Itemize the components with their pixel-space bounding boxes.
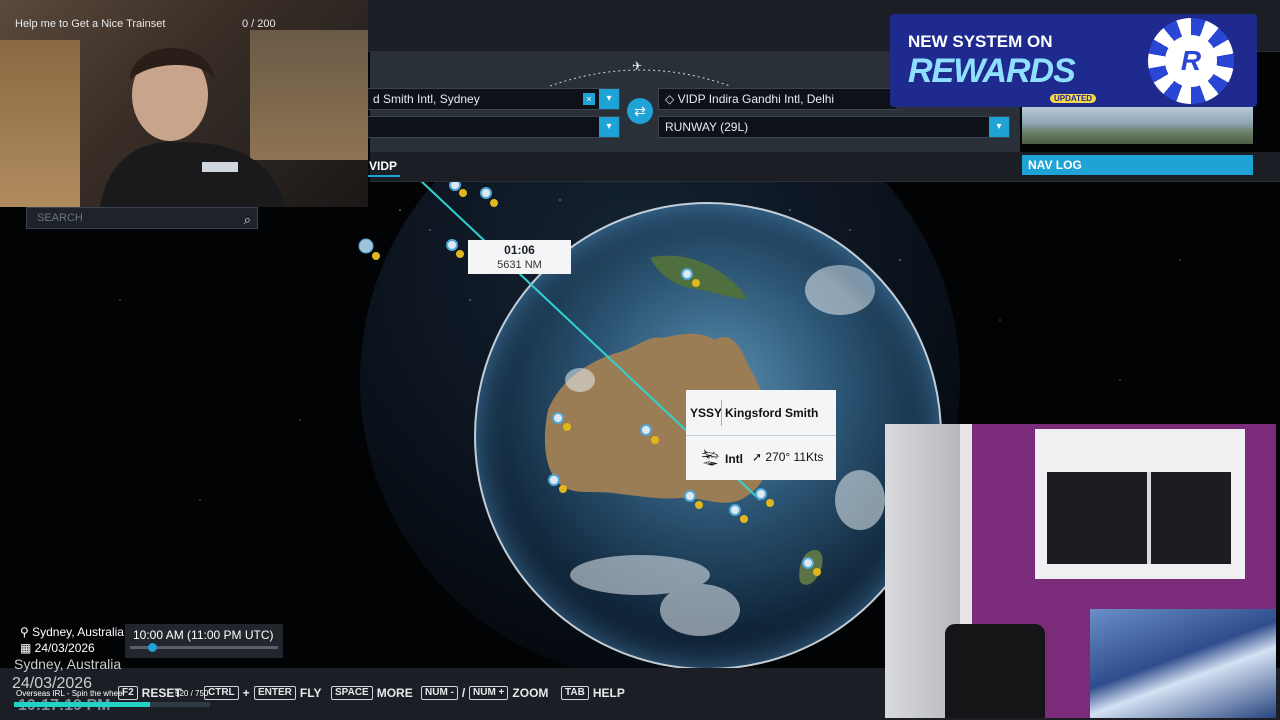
sim-location: ⚲ Sydney, Australia [20, 625, 124, 639]
route-arc-decoration: ✈ [549, 59, 731, 87]
plane-landing-icon: 🛬︎ [700, 450, 721, 467]
wind-arrow-icon: ➚ [752, 450, 766, 464]
sim-time-box: 10:00 AM (11:00 PM UTC) [125, 624, 283, 658]
airport-marker[interactable] [480, 187, 492, 199]
plus-sign: + [242, 686, 250, 700]
spin-wheel-count: 520 / 750 [175, 689, 209, 698]
key-cap: TAB [561, 686, 589, 700]
keybind-zoom-out[interactable]: NUM - / [421, 686, 465, 700]
sim-date-text: 24/03/2026 [34, 641, 95, 655]
spin-wheel-label: Overseas IRL - Spin the wheel [16, 689, 125, 698]
airport-info-card[interactable]: YSSY Kingsford Smith Intl 🛬︎ ➚ 270° 11Kt… [686, 390, 836, 480]
keybind-help[interactable]: TAB HELP [561, 686, 625, 700]
keybind-label: HELP [592, 686, 625, 700]
webcam-overlay: Help me to Get a Nice Trainset 0 / 200 [0, 0, 368, 207]
nav-log-button[interactable]: NAV LOG [1022, 155, 1253, 175]
tab-vidp[interactable]: VIDP [366, 155, 400, 177]
promo-tag: UPDATED [1050, 94, 1097, 103]
magnifier-icon[interactable]: ⌕ [244, 210, 251, 230]
keybind-zoom[interactable]: NUM + ZOOM [469, 686, 548, 700]
keybind-label: ZOOM [512, 686, 549, 700]
sim-date: ▦ 24/03/2026 [20, 641, 95, 655]
key-cap: NUM + [469, 686, 509, 700]
airport-card-header: YSSY Kingsford Smith Intl [686, 390, 836, 466]
overlay-city: Sydney, Australia [14, 656, 122, 672]
search-input[interactable]: SEARCH ⌕ [26, 207, 258, 229]
airport-icao: YSSY [690, 406, 723, 420]
search-placeholder: SEARCH [37, 212, 83, 224]
airport-marker[interactable] [358, 238, 374, 254]
keybind-reset[interactable]: F2 RESET [118, 686, 182, 700]
airport-marker[interactable] [552, 412, 564, 424]
airport-marker[interactable] [640, 424, 652, 436]
sim-location-text: Sydney, Australia [32, 625, 124, 639]
promo-line-2: REWARDS [908, 52, 1076, 90]
svg-text:✈: ✈ [632, 59, 642, 73]
map-pin-icon: ⚲ [20, 625, 33, 639]
airport-marker[interactable] [446, 239, 458, 251]
room-chair [945, 624, 1045, 718]
streamer-figure [100, 48, 285, 207]
arrival-field[interactable]: ◇ VIDP Indira Gandhi Intl, Delhi [658, 88, 898, 110]
keybind-fly[interactable]: ENTER FLY [254, 686, 321, 700]
arrival-runway-field[interactable]: RUNWAY (29L) ▾ [658, 116, 1010, 138]
airport-marker[interactable] [684, 490, 696, 502]
spin-wheel-progress-fill [14, 702, 150, 707]
webcam-goal-title: Help me to Get a Nice Trainset [15, 18, 166, 30]
webcam-goal-count: 0 / 200 [242, 18, 276, 30]
room-window-mullion [1147, 472, 1151, 564]
waypoint-icon: ◇ [665, 92, 678, 106]
swap-arrows-icon: ⇄ [634, 103, 646, 119]
airport-marker[interactable] [729, 504, 741, 516]
calendar-icon: ▦ [20, 641, 35, 655]
swap-route-button[interactable]: ⇄ [627, 98, 653, 124]
chip-letter: R [1165, 35, 1217, 87]
webcam-shelf [0, 40, 80, 207]
room-bed [1090, 609, 1276, 718]
leg-info-label: 01:06 5631 NM [468, 240, 571, 274]
chevron-down-icon[interactable]: ▾ [989, 117, 1009, 137]
airport-marker[interactable] [681, 268, 693, 280]
keybind-label: FLY [299, 686, 322, 700]
promo-line-1: NEW SYSTEM ON [908, 32, 1053, 51]
key-cap: SPACE [331, 686, 373, 700]
flight-sim-world-map: ✈ d Smith Intl, Sydney × ▾ ▾ ⇄ ◇ VIDP In… [0, 0, 1280, 720]
divider [721, 400, 722, 426]
departure-runway-field[interactable]: ▾ [366, 116, 620, 138]
airport-wind: ➚ 270° 11Kts [752, 450, 823, 464]
sim-time-text: 10:00 AM (11:00 PM UTC) [133, 628, 274, 642]
spin-wheel-progress [14, 702, 210, 707]
airport-name: Kingsford Smith Intl [725, 406, 819, 466]
chevron-down-icon[interactable]: ▾ [599, 89, 619, 109]
arrival-runway-text: RUNWAY (29L) [665, 120, 749, 134]
rewards-chip-logo: R [1148, 18, 1234, 104]
keybind-label: MORE [376, 686, 413, 700]
clear-icon[interactable]: × [583, 93, 595, 105]
time-slider[interactable] [130, 643, 278, 652]
keybind-ctrl[interactable]: CTRL + [204, 686, 250, 700]
leg-distance: 5631 NM [497, 259, 542, 271]
chevron-down-icon[interactable]: ▾ [599, 117, 619, 137]
departure-field[interactable]: d Smith Intl, Sydney × ▾ [366, 88, 620, 110]
airport-marker[interactable] [755, 488, 767, 500]
time-slider-thumb[interactable] [148, 643, 157, 652]
destination-preview-image [1022, 106, 1253, 144]
slash: / [461, 686, 466, 700]
arrival-text: VIDP Indira Gandhi Intl, Delhi [677, 92, 835, 106]
departure-text: d Smith Intl, Sydney [373, 92, 480, 106]
key-cap: ENTER [254, 686, 296, 700]
room-camera-overlay [885, 424, 1276, 718]
wind-text: 270° 11Kts [765, 450, 824, 464]
keybind-more[interactable]: SPACE MORE [331, 686, 413, 700]
room-window-pane [1047, 472, 1231, 564]
rewards-promo-banner: NEW SYSTEM ON REWARDS UPDATED R [890, 14, 1257, 107]
airport-marker[interactable] [548, 474, 560, 486]
key-cap: NUM - [421, 686, 458, 700]
key-cap: CTRL [204, 686, 239, 700]
airport-marker[interactable] [802, 557, 814, 569]
leg-time: 01:06 [504, 243, 535, 257]
